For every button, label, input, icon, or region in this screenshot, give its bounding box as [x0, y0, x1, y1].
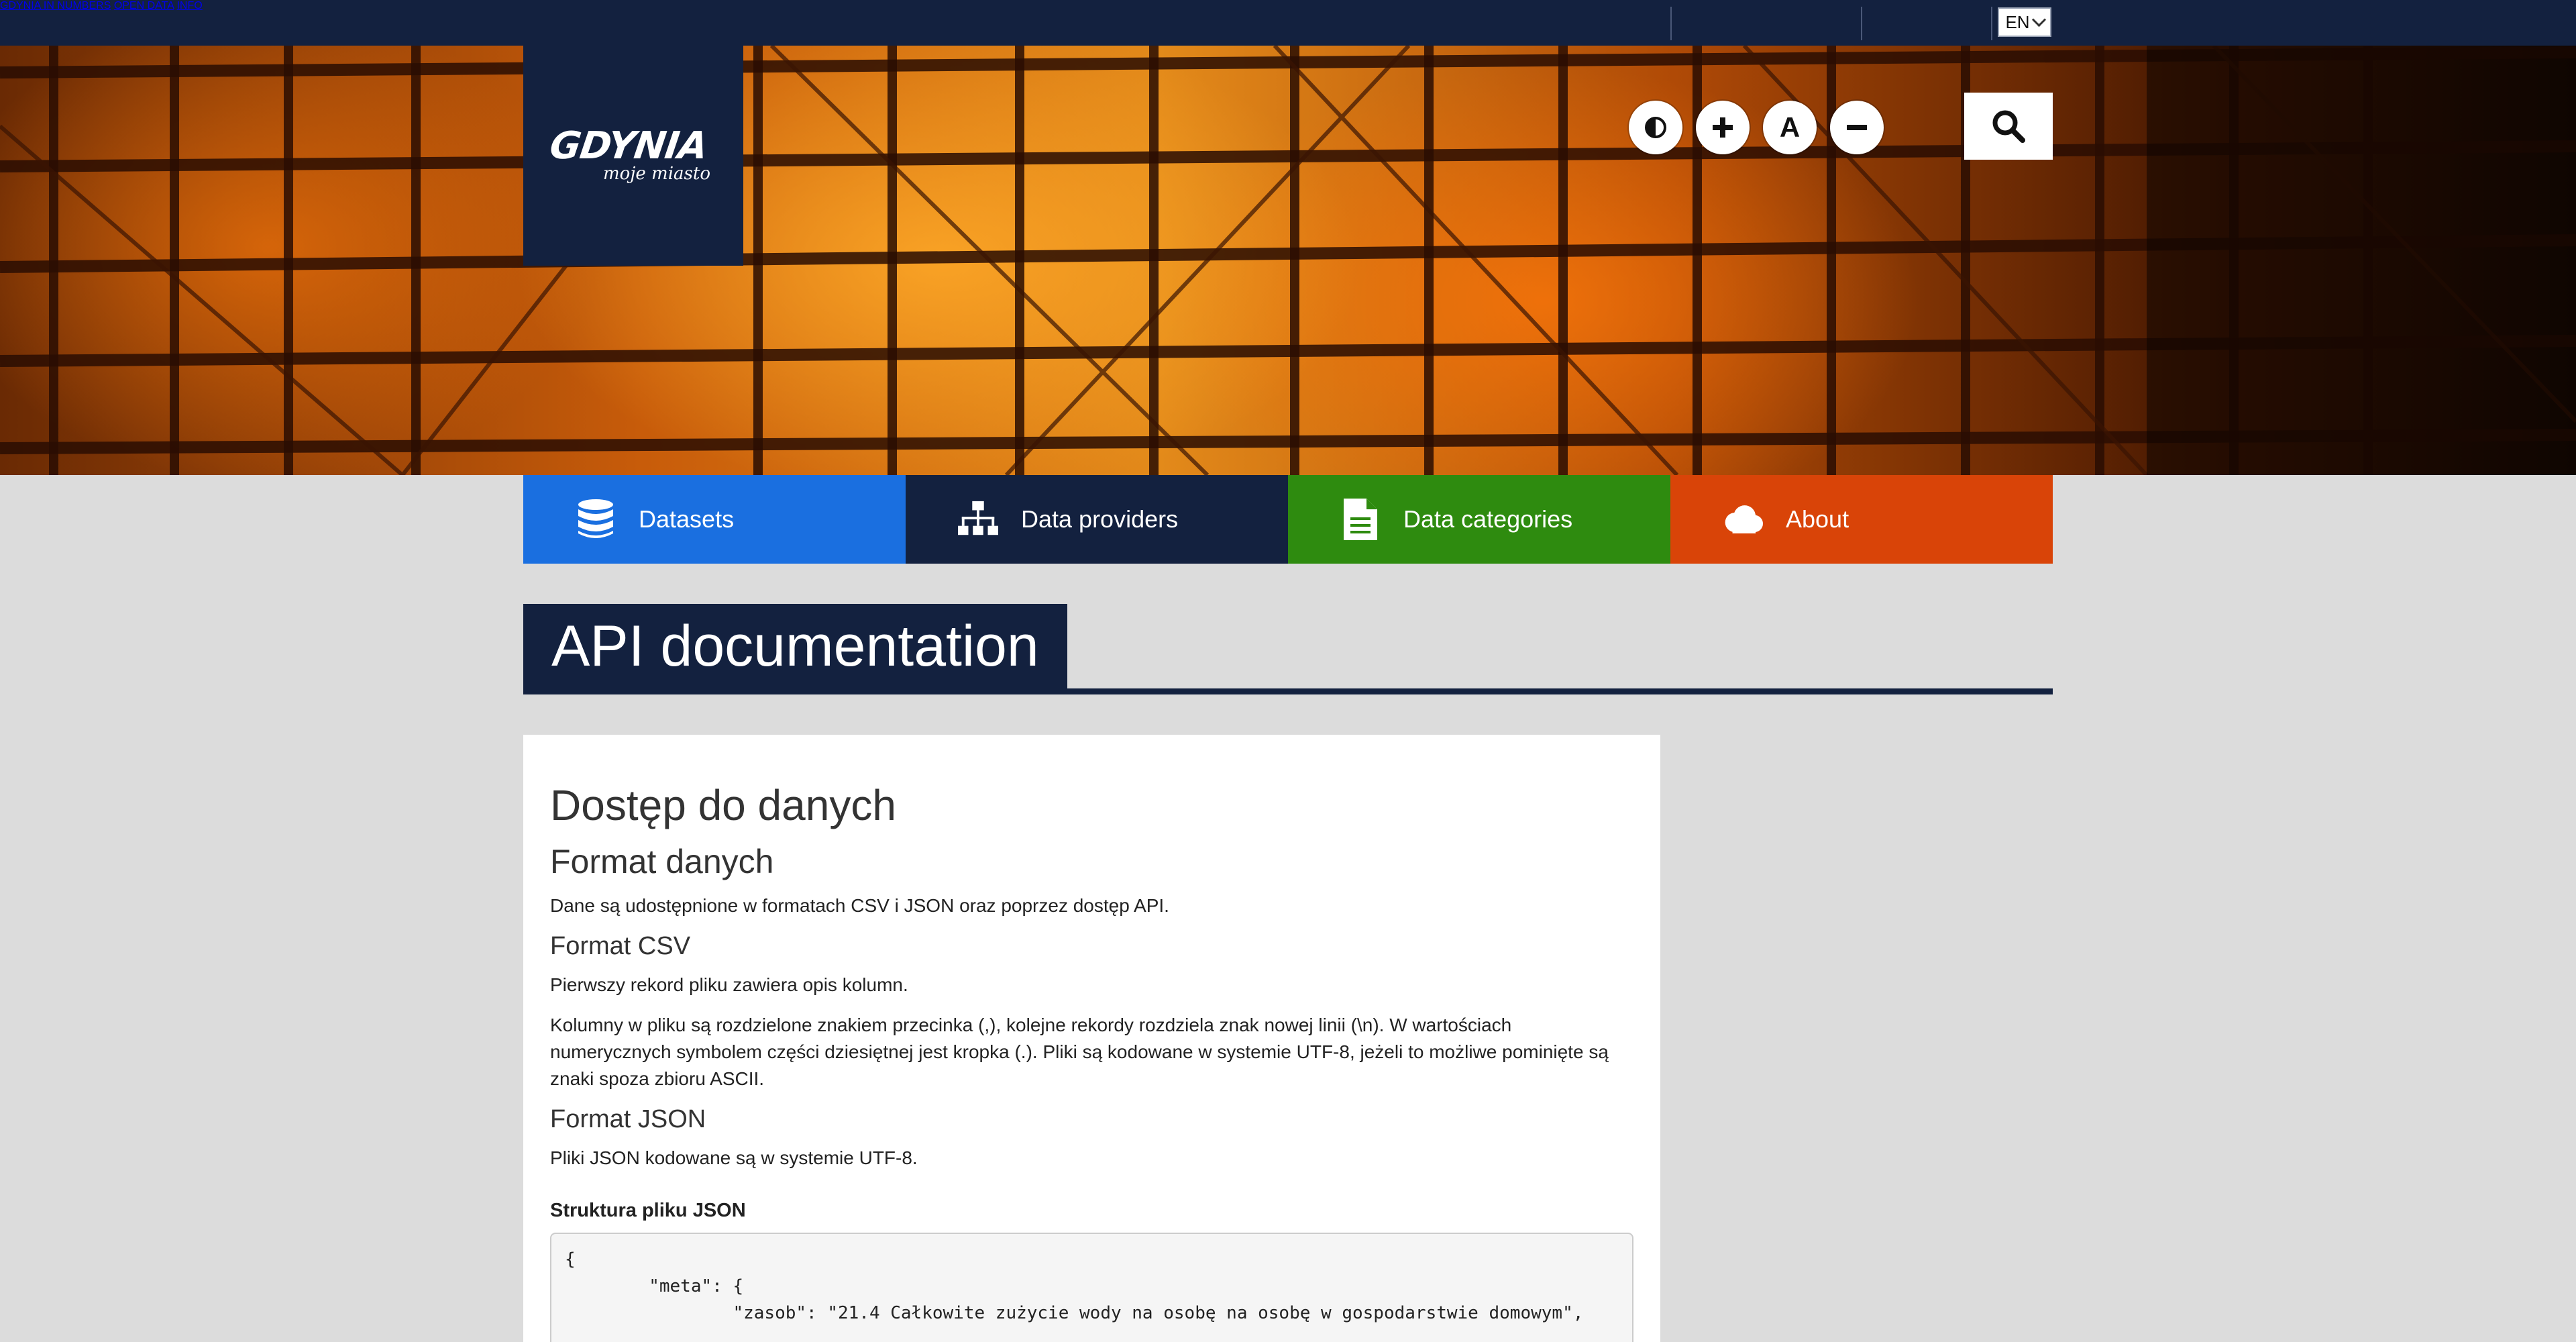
topnav-separator: [1991, 7, 1992, 40]
paragraph: Dane są udostępnione w formatach CSV i J…: [550, 895, 1169, 917]
database-icon: [576, 499, 616, 539]
json-heading: Format JSON: [550, 1105, 706, 1134]
json-code-block: { "meta": { "zasob": "21.4 Całkowite zuż…: [550, 1232, 1633, 1342]
paragraph: Pierwszy rekord pliku zawiera opis kolum…: [550, 974, 908, 996]
nav-tile-label: About: [1786, 505, 1849, 533]
topnav-gdynia-in-numbers[interactable]: GDYNIA IN NUMBERS: [0, 0, 111, 11]
language-select[interactable]: EN: [1998, 7, 2051, 37]
search-icon: [1992, 110, 2025, 143]
font-decrease-button[interactable]: [1830, 101, 1884, 154]
chevron-down-icon: [2031, 12, 2046, 27]
plus-icon: [1713, 117, 1733, 138]
nav-tile-label: Data categories: [1403, 505, 1573, 533]
language-value: EN: [2005, 11, 2030, 32]
hero-banner: [0, 46, 2576, 475]
paragraph: Pliki JSON kodowane są w systemie UTF-8.: [550, 1147, 918, 1168]
csv-heading: Format CSV: [550, 932, 691, 961]
sitemap-icon: [958, 499, 998, 539]
font-increase-button[interactable]: [1696, 101, 1750, 154]
nav-tile-label: Data providers: [1021, 505, 1179, 533]
contrast-icon: [1645, 117, 1666, 138]
minus-icon: [1847, 125, 1867, 130]
subsection-heading: Format danych: [550, 843, 774, 881]
section-heading: Dostęp do danych: [550, 781, 896, 829]
nav-tile-datasets[interactable]: Datasets: [523, 475, 906, 564]
cloud-icon: [1723, 499, 1763, 539]
paragraph: Kolumny w pliku są rozdzielone znakiem p…: [550, 1015, 1609, 1090]
top-bar: GDYNIA IN NUMBERS OPEN DATA INFO EN: [0, 0, 2576, 46]
structure-heading: Struktura pliku JSON: [550, 1199, 746, 1221]
topnav-info[interactable]: INFO: [176, 0, 202, 11]
page-title: API documentation: [523, 604, 1067, 688]
nav-tile-label: Datasets: [639, 505, 735, 533]
nav-tile-about[interactable]: About: [1670, 475, 2053, 564]
hero-image: [0, 46, 2576, 475]
logo-main-text: GDYNIA: [547, 124, 710, 168]
document-icon: [1340, 499, 1381, 540]
search-button[interactable]: [1964, 93, 2053, 160]
content-card: Dostęp do danych Format danych Dane są u…: [523, 735, 1660, 1342]
font-default-button[interactable]: A: [1763, 101, 1817, 154]
main-navigation: Datasets Data providers Data categories …: [523, 475, 2053, 564]
topnav-separator: [1861, 7, 1862, 40]
nav-tile-data-categories[interactable]: Data categories: [1288, 475, 1670, 564]
nav-tile-data-providers[interactable]: Data providers: [906, 475, 1288, 564]
page-title-bar: API documentation: [523, 604, 2053, 694]
topnav-open-data[interactable]: OPEN DATA: [114, 0, 174, 11]
site-logo[interactable]: GDYNIA moje miasto: [523, 46, 743, 266]
topnav-separator: [1670, 7, 1672, 40]
contrast-button[interactable]: [1629, 101, 1682, 154]
font-default-label: A: [1779, 111, 1801, 143]
